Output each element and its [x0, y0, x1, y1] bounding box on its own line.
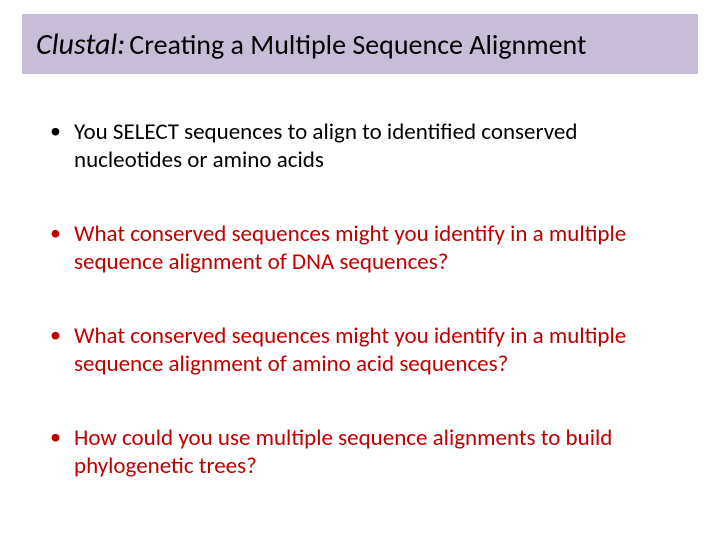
- title-bar: Clustal: Creating a Multiple Sequence Al…: [22, 14, 698, 74]
- list-item: What conserved sequences might you ident…: [48, 220, 672, 276]
- bullet-text: What conserved sequences might you ident…: [74, 220, 626, 276]
- list-item: How could you use multiple sequence alig…: [48, 424, 672, 480]
- bullet-text: You SELECT sequences to align to identif…: [74, 118, 577, 174]
- list-item: You SELECT sequences to align to identif…: [48, 118, 672, 174]
- slide: Clustal: Creating a Multiple Sequence Al…: [0, 0, 720, 540]
- bullet-text: How could you use multiple sequence alig…: [74, 424, 612, 480]
- title-text: Creating a Multiple Sequence Alignment: [129, 27, 586, 62]
- bullet-text: What conserved sequences might you ident…: [74, 322, 626, 378]
- list-item: What conserved sequences might you ident…: [48, 322, 672, 378]
- title-prefix: Clustal:: [36, 26, 125, 63]
- bullet-list: You SELECT sequences to align to identif…: [48, 118, 672, 480]
- content-area: You SELECT sequences to align to identif…: [48, 118, 672, 526]
